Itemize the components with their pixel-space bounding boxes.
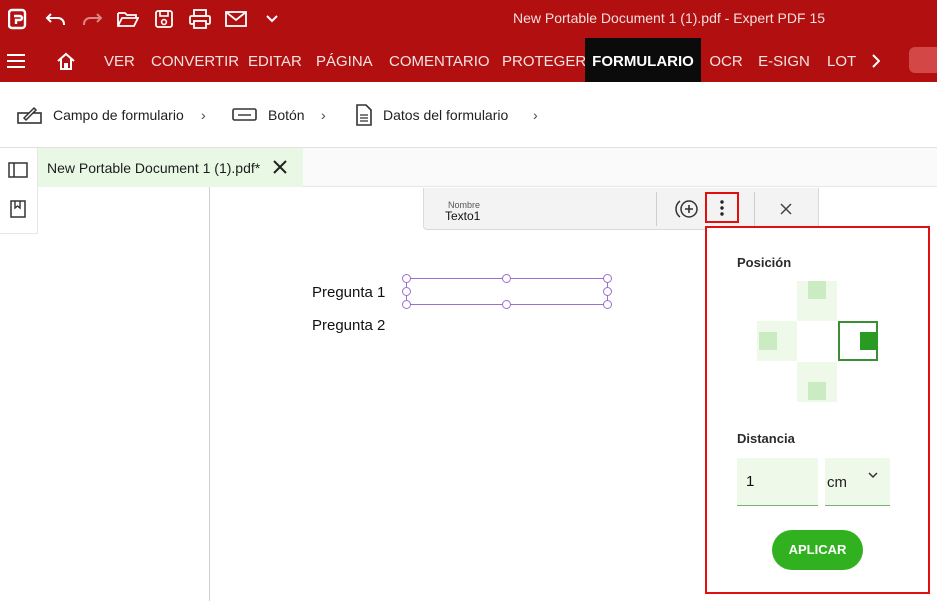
form-field-icon bbox=[17, 106, 42, 124]
left-side-strip bbox=[0, 148, 38, 234]
position-grid bbox=[757, 281, 878, 402]
position-right[interactable] bbox=[838, 321, 878, 361]
undo-icon[interactable] bbox=[44, 7, 68, 31]
position-popup: Posición Distancia 1 cm APLICAR bbox=[705, 226, 930, 594]
app-logo-icon[interactable] bbox=[6, 7, 30, 31]
hamburger-menu-icon[interactable] bbox=[0, 38, 32, 82]
field-name-input[interactable]: Texto1 bbox=[445, 209, 480, 223]
side-panel bbox=[0, 234, 210, 601]
field-properties-bar: Nombre Texto1 bbox=[423, 188, 819, 230]
close-tab-icon[interactable] bbox=[271, 158, 289, 176]
tab-formulario[interactable]: FORMULARIO bbox=[585, 38, 701, 82]
tab-e-sign[interactable]: E-SIGN bbox=[758, 38, 810, 82]
form-data-chevron-icon[interactable]: › bbox=[533, 107, 538, 123]
apply-button[interactable]: APLICAR bbox=[772, 530, 863, 570]
resize-handle-bottom[interactable] bbox=[502, 300, 511, 309]
tabs-scroll-right-icon[interactable] bbox=[866, 38, 884, 82]
panel-toggle-icon[interactable] bbox=[7, 159, 29, 181]
form-field-chevron-icon[interactable]: › bbox=[201, 107, 206, 123]
unit-select[interactable]: cm bbox=[825, 458, 890, 506]
unit-select-value: cm bbox=[827, 474, 847, 491]
customize-chevron-icon[interactable] bbox=[260, 7, 284, 31]
print-icon[interactable] bbox=[188, 7, 212, 31]
tab-pagina[interactable]: PÁGINA bbox=[316, 38, 373, 82]
tab-proteger[interactable]: PROTEGER bbox=[502, 38, 586, 82]
form-data-label: Datos del formulario bbox=[383, 107, 509, 123]
ribbon-search-box[interactable] bbox=[909, 47, 937, 73]
form-field-button[interactable]: Campo de formulario bbox=[17, 82, 184, 148]
resize-handle-bottom-left[interactable] bbox=[402, 300, 411, 309]
mail-icon[interactable] bbox=[224, 7, 248, 31]
app-window: New Portable Document 1 (1).pdf - Expert… bbox=[0, 0, 937, 601]
form-data-button[interactable]: Datos del formulario bbox=[355, 82, 508, 148]
document-tab[interactable]: New Portable Document 1 (1).pdf* bbox=[38, 148, 303, 187]
chevron-down-icon bbox=[868, 472, 878, 479]
tab-convertir[interactable]: CONVERTIR bbox=[151, 38, 239, 82]
save-icon[interactable] bbox=[152, 7, 176, 31]
form-data-icon bbox=[356, 104, 372, 126]
window-title: New Portable Document 1 (1).pdf - Expert… bbox=[513, 10, 826, 26]
document-tab-label: New Portable Document 1 (1).pdf* bbox=[47, 159, 261, 176]
distance-heading: Distancia bbox=[737, 431, 795, 446]
button-tool-label: Botón bbox=[268, 107, 305, 123]
resize-handle-right[interactable] bbox=[603, 287, 612, 296]
position-bottom[interactable] bbox=[797, 362, 837, 402]
resize-handle-bottom-right[interactable] bbox=[603, 300, 612, 309]
open-folder-icon[interactable] bbox=[116, 7, 140, 31]
position-top[interactable] bbox=[797, 281, 837, 321]
form-field-label: Campo de formulario bbox=[53, 107, 184, 123]
close-field-bar-icon[interactable] bbox=[777, 200, 795, 218]
distance-input[interactable]: 1 bbox=[737, 458, 818, 506]
bookmark-icon[interactable] bbox=[7, 198, 29, 220]
side-panel-top bbox=[38, 186, 210, 234]
form-toolbar: Campo de formulario › Botón › Datos del … bbox=[0, 82, 937, 148]
position-center bbox=[797, 321, 838, 362]
button-icon bbox=[232, 108, 257, 121]
divider bbox=[656, 192, 657, 226]
ribbon-tabs: VER CONVERTIR EDITAR PÁGINA COMENTARIO P… bbox=[0, 38, 937, 82]
add-field-icon[interactable] bbox=[675, 197, 701, 221]
question-1-text: Pregunta 1 bbox=[312, 284, 386, 301]
redo-icon[interactable] bbox=[80, 7, 104, 31]
title-bar: New Portable Document 1 (1).pdf - Expert… bbox=[0, 0, 937, 38]
tab-ocr[interactable]: OCR bbox=[709, 38, 743, 82]
document-tabs: New Portable Document 1 (1).pdf* bbox=[38, 148, 937, 187]
resize-handle-top-right[interactable] bbox=[603, 274, 612, 283]
position-left[interactable] bbox=[757, 321, 797, 361]
resize-handle-top[interactable] bbox=[502, 274, 511, 283]
question-2-text: Pregunta 2 bbox=[312, 317, 386, 334]
tab-ver[interactable]: VER bbox=[104, 38, 135, 82]
tab-comentario[interactable]: COMENTARIO bbox=[389, 38, 490, 82]
tab-editar[interactable]: EDITAR bbox=[248, 38, 302, 82]
tab-lot[interactable]: LOT bbox=[827, 38, 856, 82]
resize-handle-top-left[interactable] bbox=[402, 274, 411, 283]
button-tool-button[interactable]: Botón bbox=[232, 82, 305, 148]
more-options-icon[interactable] bbox=[705, 192, 739, 223]
resize-handle-left[interactable] bbox=[402, 287, 411, 296]
home-icon[interactable] bbox=[52, 38, 80, 82]
divider bbox=[754, 192, 755, 226]
button-tool-chevron-icon[interactable]: › bbox=[321, 107, 326, 123]
position-heading: Posición bbox=[737, 255, 792, 270]
